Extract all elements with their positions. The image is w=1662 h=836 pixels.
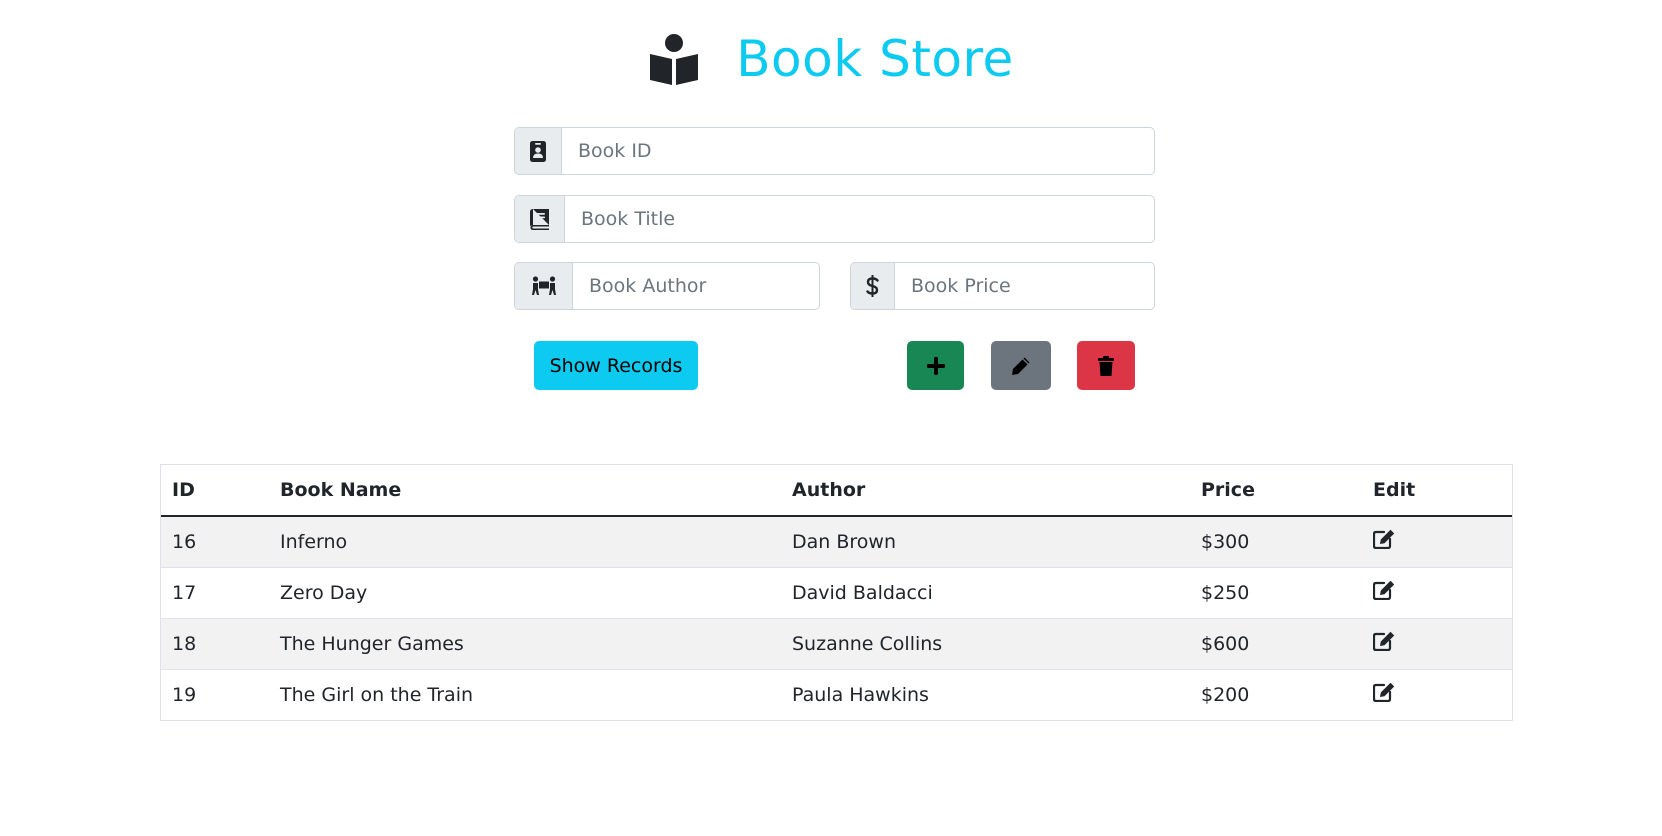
cell-edit — [1362, 617, 1512, 669]
cell-edit — [1362, 566, 1512, 618]
book-price-group — [850, 262, 1155, 310]
header-price: Price — [1190, 465, 1362, 517]
page: Book Store Book ID Book Title Book Autho… — [0, 0, 1662, 836]
cell-author: David Baldacci — [781, 566, 1190, 618]
cell-id: 16 — [161, 515, 269, 567]
trash-icon — [1098, 355, 1114, 376]
book-author-input[interactable] — [573, 263, 819, 309]
header-author: Author — [781, 465, 1190, 517]
people-carry-icon — [515, 263, 573, 309]
table-row: 16 Inferno Dan Brown $300 — [161, 515, 1512, 567]
book-title-input[interactable] — [565, 196, 1154, 242]
table-row: 18 The Hunger Games Suzanne Collins $600 — [161, 617, 1512, 669]
dollar-sign-icon — [851, 263, 895, 309]
cell-book-name: Zero Day — [269, 566, 781, 618]
cell-price: $300 — [1190, 515, 1362, 567]
cell-id: 17 — [161, 566, 269, 618]
page-title: Book Store — [736, 30, 1014, 88]
cell-price: $600 — [1190, 617, 1362, 669]
book-author-group — [514, 262, 820, 310]
delete-button[interactable] — [1077, 341, 1135, 390]
pencil-icon — [1011, 356, 1031, 376]
book-price-input[interactable] — [895, 263, 1154, 309]
books-table-container: ID Book Name Author Price Edit 16 Infern… — [160, 464, 1513, 721]
cell-book-name: The Girl on the Train — [269, 668, 781, 720]
book-id-input[interactable] — [562, 128, 1154, 174]
cell-price: $250 — [1190, 566, 1362, 618]
edit-icon[interactable] — [1373, 682, 1395, 703]
cell-book-name: The Hunger Games — [269, 617, 781, 669]
books-table: ID Book Name Author Price Edit 16 Infern… — [161, 465, 1512, 720]
cell-id: 19 — [161, 668, 269, 720]
plus-icon — [926, 356, 945, 375]
book-icon — [515, 196, 565, 242]
table-row: 19 The Girl on the Train Paula Hawkins $… — [161, 668, 1512, 720]
book-id-group — [514, 127, 1155, 175]
header-id: ID — [161, 465, 269, 517]
table-header-row: ID Book Name Author Price Edit — [161, 465, 1512, 517]
book-reader-icon — [648, 32, 700, 86]
edit-button[interactable] — [991, 341, 1051, 390]
edit-icon[interactable] — [1373, 631, 1395, 651]
book-title-group — [514, 195, 1155, 243]
header-edit: Edit — [1362, 465, 1512, 517]
id-badge-icon — [515, 128, 562, 174]
add-button[interactable] — [907, 341, 964, 390]
app-header: Book Store — [0, 24, 1662, 94]
cell-book-name: Inferno — [269, 515, 781, 567]
edit-icon[interactable] — [1373, 529, 1395, 550]
header-book-name: Book Name — [269, 465, 781, 517]
cell-author: Dan Brown — [781, 515, 1190, 567]
cell-author: Suzanne Collins — [781, 617, 1190, 669]
edit-icon[interactable] — [1373, 580, 1395, 600]
cell-id: 18 — [161, 617, 269, 669]
show-records-button[interactable]: Show Records — [534, 341, 698, 390]
cell-author: Paula Hawkins — [781, 668, 1190, 720]
cell-price: $200 — [1190, 668, 1362, 720]
cell-edit — [1362, 515, 1512, 567]
cell-edit — [1362, 668, 1512, 720]
table-row: 17 Zero Day David Baldacci $250 — [161, 566, 1512, 618]
